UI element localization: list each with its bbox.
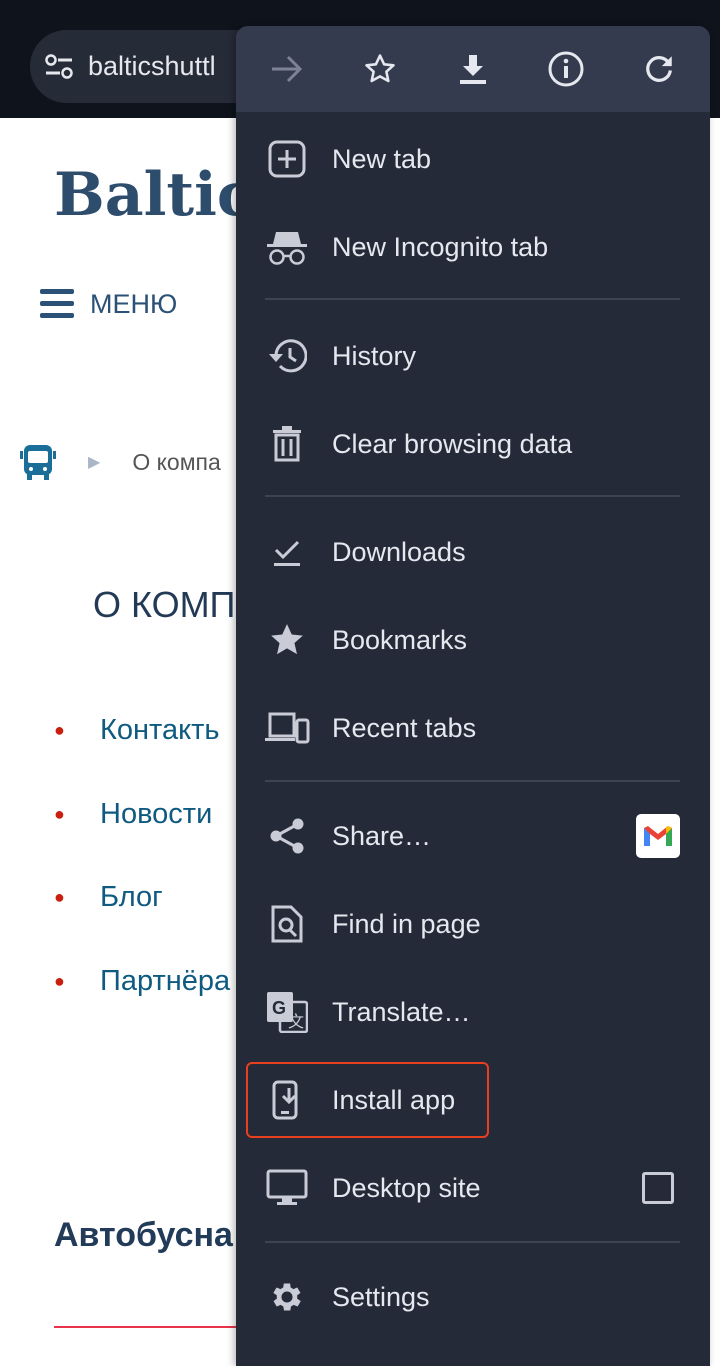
gear-icon	[273, 1283, 301, 1311]
link[interactable]: Новости	[100, 798, 212, 831]
breadcrumb-current: О компа	[132, 448, 221, 475]
bullet-icon: ●	[54, 803, 65, 824]
bus-icon[interactable]	[20, 443, 56, 481]
reload-button[interactable]	[629, 39, 689, 99]
reload-icon	[646, 56, 673, 82]
site-menu-button[interactable]: МЕНЮ	[40, 288, 177, 320]
menu-item-recent-tabs[interactable]: Recent tabs	[236, 688, 710, 768]
share-icon	[270, 818, 304, 854]
menu-toolbar	[236, 26, 710, 112]
menu-divider	[265, 1241, 680, 1243]
menu-divider	[265, 780, 680, 782]
browser-overflow-menu: New tab New Incognito tab History Clear …	[236, 26, 710, 1366]
bullet-icon: ●	[54, 970, 65, 991]
section-links: ● Контакть ● Новости ● Блог ● Партнёра	[54, 714, 230, 1048]
bookmark-star-icon	[365, 54, 395, 83]
section-heading: Автобусна	[54, 1216, 233, 1254]
menu-item-find-in-page[interactable]: Find in page	[236, 884, 710, 964]
svg-text:文: 文	[288, 1013, 304, 1031]
site-settings-icon[interactable]	[44, 53, 74, 80]
menu-divider	[265, 495, 680, 497]
forward-button[interactable]	[257, 39, 317, 99]
download-page-button[interactable]	[443, 39, 503, 99]
bullet-icon: ●	[54, 720, 65, 740]
downloads-icon	[274, 540, 300, 566]
gmail-icon	[644, 826, 672, 846]
menu-item-settings[interactable]: Settings	[236, 1257, 710, 1337]
menu-item-bookmarks[interactable]: Bookmarks	[236, 600, 710, 680]
site-logo[interactable]: Baltic	[54, 160, 253, 230]
hamburger-icon	[40, 289, 74, 318]
find-in-page-icon	[271, 905, 303, 943]
menu-item-translate[interactable]: G 文 Translate…	[236, 972, 710, 1052]
menu-label: МЕНЮ	[90, 288, 178, 319]
svg-text:G: G	[272, 998, 286, 1018]
download-icon	[459, 55, 486, 84]
link[interactable]: Контакть	[100, 714, 220, 747]
incognito-icon	[267, 232, 307, 265]
trash-icon	[273, 426, 301, 462]
info-icon	[548, 51, 584, 87]
star-icon	[271, 624, 303, 655]
divider	[54, 1326, 254, 1328]
desktop-site-checkbox[interactable]	[642, 1172, 674, 1204]
forward-icon	[271, 55, 302, 83]
menu-item-share[interactable]: Share…	[236, 796, 710, 876]
menu-item-new-tab[interactable]: New tab	[236, 119, 710, 199]
menu-item-new-incognito-tab[interactable]: New Incognito tab	[236, 207, 710, 287]
list-item[interactable]: ● Блог	[54, 881, 230, 965]
list-item[interactable]: ● Новости	[54, 798, 230, 882]
install-app-highlight	[246, 1062, 489, 1138]
page-info-button[interactable]	[536, 39, 596, 99]
menu-item-downloads[interactable]: Downloads	[236, 512, 710, 592]
desktop-icon	[266, 1169, 308, 1205]
breadcrumb-separator-icon: ▶	[88, 454, 101, 471]
list-item[interactable]: ● Контакть	[54, 714, 230, 798]
breadcrumb: ▶ О компа	[20, 443, 221, 481]
menu-divider	[265, 298, 680, 300]
page-title: О КОМП	[93, 584, 236, 625]
devices-icon	[265, 712, 310, 744]
menu-item-desktop-site[interactable]: Desktop site	[236, 1148, 710, 1228]
history-icon	[269, 339, 307, 373]
translate-icon: G文	[267, 992, 308, 1033]
list-item[interactable]: ● Партнёра	[54, 965, 230, 1049]
bullet-icon: ●	[54, 887, 65, 907]
new-tab-icon	[268, 140, 306, 178]
menu-item-history[interactable]: History	[236, 316, 710, 396]
url-text[interactable]: balticshuttl	[88, 51, 216, 82]
menu-item-clear-browsing-data[interactable]: Clear browsing data	[236, 404, 710, 484]
link[interactable]: Партнёра	[100, 965, 230, 998]
bookmark-button[interactable]	[350, 39, 410, 99]
link[interactable]: Блог	[100, 881, 163, 914]
gmail-share-shortcut[interactable]	[636, 814, 680, 858]
